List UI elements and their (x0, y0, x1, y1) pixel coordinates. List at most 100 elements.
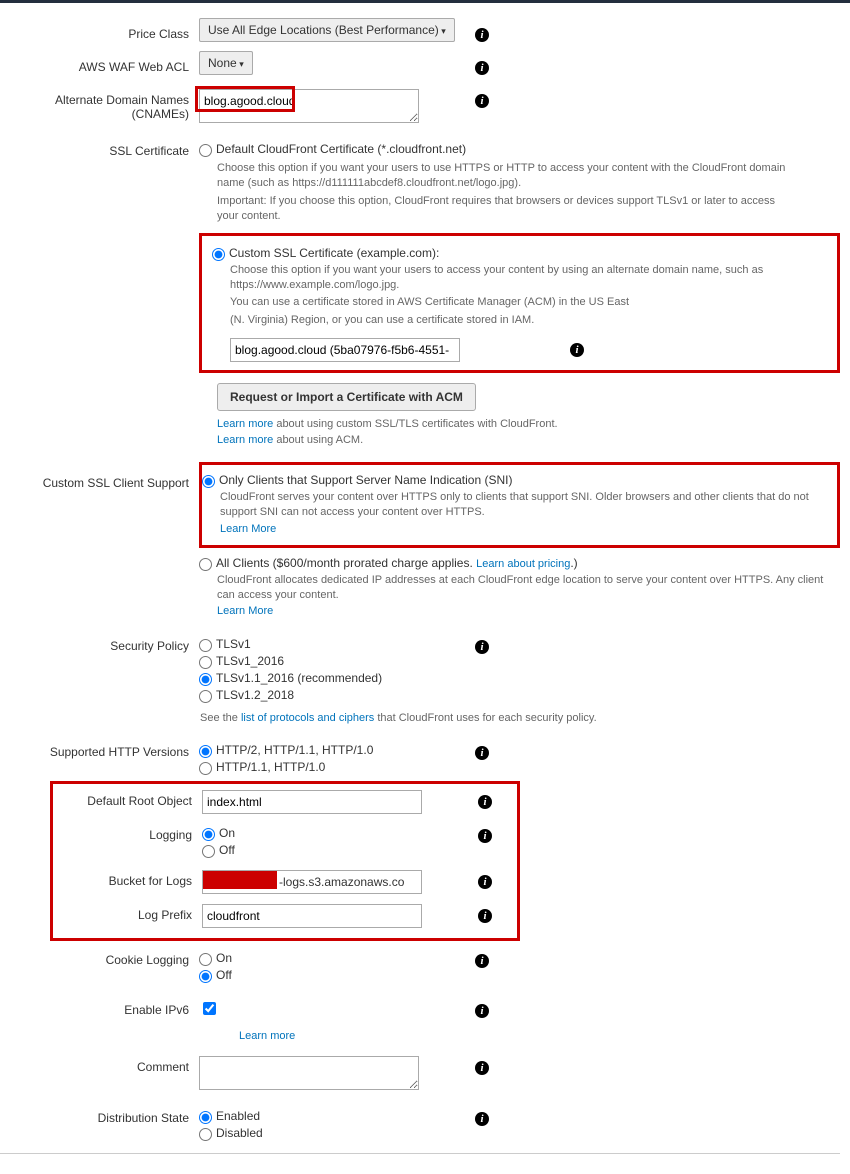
label-cnames: Alternate Domain Names (CNAMEs) (0, 89, 195, 121)
root-obj-input[interactable] (202, 790, 422, 814)
cookie-off-label: Off (216, 968, 232, 982)
cookie-off-radio[interactable] (199, 970, 212, 983)
sp-tlsv1-label: TLSv1 (216, 637, 251, 651)
sni-only-radio[interactable] (202, 475, 215, 488)
row-dist-state: Distribution State Enabled Disabled i (0, 1107, 840, 1143)
label-logging: Logging (53, 824, 198, 842)
ssl-custom-highlight: Custom SSL Certificate (example.com): Ch… (199, 233, 840, 374)
label-bucket: Bucket for Logs (53, 870, 198, 888)
cookie-on-radio[interactable] (199, 953, 212, 966)
root-group-highlight: Default Root Object i Logging On Off i B… (50, 781, 520, 941)
ssl-default-desc1: Choose this option if you want your user… (217, 161, 790, 192)
acm-button[interactable]: Request or Import a Certificate with ACM (217, 383, 476, 411)
row-comment: Comment i (0, 1056, 840, 1093)
sp-tlsv12-2018-radio[interactable] (199, 690, 212, 703)
info-icon[interactable]: i (475, 61, 489, 75)
sni-all-radio[interactable] (199, 558, 212, 571)
sni-all-label-text: All Clients ($600/month prorated charge … (216, 556, 476, 570)
logging-off-radio[interactable] (202, 845, 215, 858)
sp-tlsv1-radio[interactable] (199, 639, 212, 652)
label-waf-acl: AWS WAF Web ACL (0, 56, 195, 74)
ssl-learnmore2-link[interactable]: Learn more (217, 434, 273, 446)
label-ssl-cert: SSL Certificate (0, 140, 195, 158)
logprefix-input[interactable] (202, 904, 422, 928)
info-icon[interactable]: i (478, 829, 492, 843)
ssl-custom-desc3: (N. Virginia) Region, or you can use a c… (230, 313, 827, 328)
sp-tlsv1-2016-radio[interactable] (199, 656, 212, 669)
label-ipv6: Enable IPv6 (0, 999, 195, 1017)
ssl-default-label: Default CloudFront Certificate (*.cloudf… (216, 142, 466, 156)
ssl-cert-input[interactable] (230, 338, 460, 362)
sni-highlight: Only Clients that Support Server Name In… (199, 462, 840, 548)
info-icon[interactable]: i (475, 1004, 489, 1018)
sni-only-label: Only Clients that Support Server Name In… (219, 473, 512, 487)
bucket-input[interactable]: -logs.s3.amazonaws.co (202, 870, 422, 894)
label-price-class: Price Class (0, 23, 195, 41)
sni-pricing-link[interactable]: Learn about pricing (476, 558, 570, 570)
label-logprefix: Log Prefix (53, 904, 198, 922)
price-class-select[interactable]: Use All Edge Locations (Best Performance… (199, 18, 455, 42)
info-icon[interactable]: i (475, 28, 489, 42)
sp-protocols-link[interactable]: list of protocols and ciphers (241, 712, 374, 724)
ssl-default-desc2: Important: If you choose this option, Cl… (217, 194, 790, 225)
info-icon[interactable]: i (478, 875, 492, 889)
ssl-custom-label: Custom SSL Certificate (example.com): (229, 246, 439, 260)
sni-learnmore-link[interactable]: Learn More (220, 523, 276, 535)
sni-all-desc: CloudFront allocates dedicated IP addres… (217, 573, 840, 604)
logging-on-label: On (219, 826, 235, 840)
ssl-learnmore1-text: about using custom SSL/TLS certificates … (273, 418, 557, 430)
cookie-on-label: On (216, 951, 232, 965)
info-icon[interactable]: i (475, 640, 489, 654)
dist-disabled-radio[interactable] (199, 1128, 212, 1141)
bucket-redacted (203, 871, 277, 889)
waf-acl-select[interactable]: None (199, 51, 253, 75)
ssl-default-radio[interactable] (199, 144, 212, 157)
dist-enabled-radio[interactable] (199, 1111, 212, 1124)
label-security-policy: Security Policy (0, 635, 195, 653)
ipv6-checkbox[interactable] (203, 1002, 216, 1015)
info-icon[interactable]: i (475, 1112, 489, 1126)
ssl-learnmore2-text: about using ACM. (273, 434, 363, 446)
logging-on-radio[interactable] (202, 828, 215, 841)
info-icon[interactable]: i (475, 1061, 489, 1075)
label-cookie-logging: Cookie Logging (0, 949, 195, 967)
ssl-custom-desc2: You can use a certificate stored in AWS … (230, 295, 827, 310)
row-price-class: Price Class Use All Edge Locations (Best… (0, 23, 840, 42)
sni-all-label: All Clients ($600/month prorated charge … (216, 556, 578, 570)
label-root-obj: Default Root Object (53, 790, 198, 808)
sp-tlsv12-2018-label: TLSv1.2_2018 (216, 688, 294, 702)
ipv6-learnmore-link[interactable]: Learn more (239, 1030, 295, 1042)
label-sni: Custom SSL Client Support (0, 462, 195, 490)
dist-disabled-label: Disabled (216, 1126, 263, 1140)
sp-desc: See the list of protocols and ciphers th… (200, 711, 840, 726)
row-http-ver: Supported HTTP Versions HTTP/2, HTTP/1.1… (0, 741, 840, 777)
info-icon[interactable]: i (475, 746, 489, 760)
info-icon[interactable]: i (478, 795, 492, 809)
info-icon[interactable]: i (478, 909, 492, 923)
http2-radio[interactable] (199, 745, 212, 758)
sp-tlsv11-2016-radio[interactable] (199, 673, 212, 686)
row-waf-acl: AWS WAF Web ACL None i (0, 56, 840, 75)
comment-textarea[interactable] (199, 1056, 419, 1090)
info-icon[interactable]: i (475, 954, 489, 968)
row-ipv6: Enable IPv6 Learn more i (0, 999, 840, 1042)
sp-tlsv11-2016-label: TLSv1.1_2016 (recommended) (216, 671, 382, 685)
sni-all-learnmore[interactable]: Learn More (217, 605, 273, 617)
label-http-ver: Supported HTTP Versions (0, 741, 195, 759)
http11-radio[interactable] (199, 762, 212, 775)
label-cnames-1: Alternate Domain Names (55, 93, 189, 107)
label-comment: Comment (0, 1056, 195, 1074)
http2-label: HTTP/2, HTTP/1.1, HTTP/1.0 (216, 743, 373, 757)
info-icon[interactable]: i (570, 343, 584, 357)
bottom-divider (0, 1153, 840, 1154)
cnames-textarea[interactable]: blog.agood.cloud (199, 89, 419, 123)
logging-off-label: Off (219, 843, 235, 857)
sni-only-desc: CloudFront serves your content over HTTP… (220, 490, 827, 521)
sni-all-close: .) (570, 556, 577, 570)
ssl-custom-radio[interactable] (212, 248, 225, 261)
ssl-learnmore1-link[interactable]: Learn more (217, 418, 273, 430)
http11-label: HTTP/1.1, HTTP/1.0 (216, 760, 325, 774)
label-dist-state: Distribution State (0, 1107, 195, 1125)
settings-form: Price Class Use All Edge Locations (Best… (0, 3, 850, 1174)
info-icon[interactable]: i (475, 94, 489, 108)
